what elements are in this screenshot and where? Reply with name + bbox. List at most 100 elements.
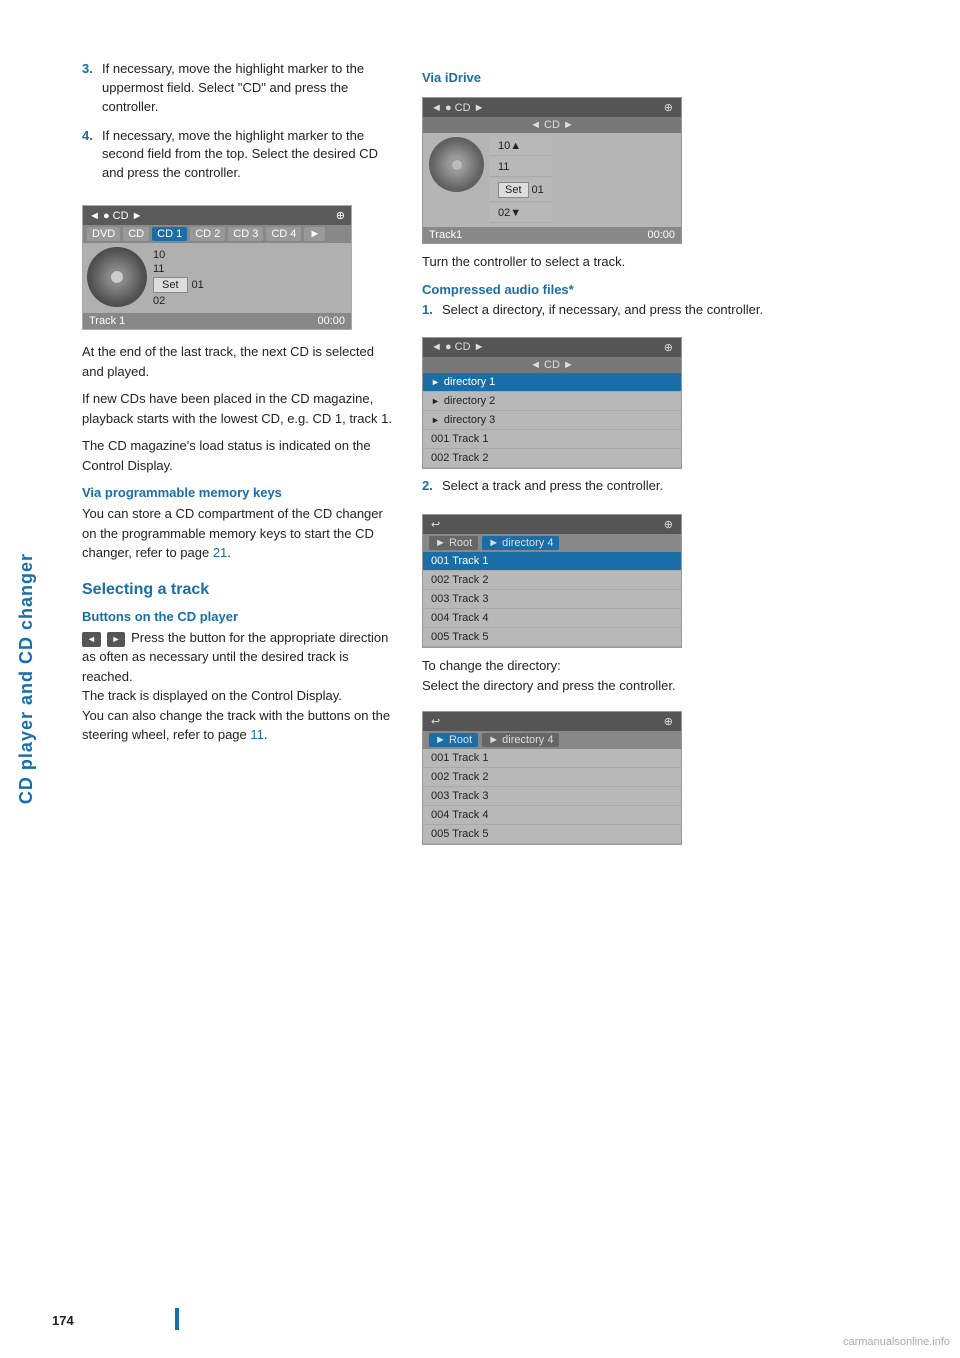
track-topbar-right: ⊕ [664, 518, 673, 531]
idrive-track-10: 10▲ [490, 137, 552, 156]
dir-cd-label: ◄ CD ► [530, 359, 574, 371]
track2-005-label: 005 Track 5 [431, 828, 488, 840]
track-breadcrumb-2: ► Root ► directory 4 [423, 731, 681, 749]
prev-button-icon: ◄ [82, 632, 101, 648]
track2-row-004: 004 Track 4 [423, 806, 681, 825]
step-4-text: If necessary, move the highlight marker … [102, 127, 392, 184]
track-004-label: 004 Track 4 [431, 612, 488, 624]
track-row-11: 11 [153, 263, 204, 275]
idrive-track-11: 11 [490, 158, 552, 177]
track-list-display-2: ↩ ⊕ ► Root ► directory 4 001 Track 1 002… [422, 711, 682, 845]
step-3: 3. If necessary, move the highlight mark… [82, 60, 392, 117]
cd-track-label: Track 1 [89, 315, 125, 327]
body-text-1: At the end of the last track, the next C… [82, 342, 392, 381]
via-prog-title: Via programmable memory keys [82, 485, 392, 500]
dir-arrow-1: ► [431, 377, 440, 387]
track2-topbar-right: ⊕ [664, 715, 673, 728]
breadcrumb-root: ► Root [429, 536, 478, 550]
idrive-footer-time: 00:00 [647, 229, 675, 241]
main-content: 3. If necessary, move the highlight mark… [52, 0, 960, 893]
idrive-ui-screenshot: ◄ ● CD ► ⊕ ◄ CD ► 10▲ 11 [422, 89, 682, 252]
track-breadcrumb-1: ► Root ► directory 4 [423, 534, 681, 552]
cd-time: 00:00 [317, 315, 345, 327]
dir-label-3: directory 3 [444, 414, 495, 426]
step-4-number: 4. [82, 127, 96, 184]
idrive-topbar: ◄ ● CD ► ⊕ [423, 98, 681, 117]
track2-back-icon: ↩ [431, 715, 440, 728]
step-3-number: 3. [82, 60, 96, 117]
cd-player-display-1: ◄ ● CD ► ⊕ DVD CD CD 1 CD 2 CD 3 CD 4 ► [82, 205, 352, 330]
idrive-track-set: Set 01 [490, 179, 552, 202]
idrive-secondbar: ◄ CD ► [423, 117, 681, 133]
dir-row-2: ► directory 2 [423, 392, 681, 411]
page-number: 174 [52, 1313, 74, 1328]
breadcrumb2-root: ► Root [429, 733, 478, 747]
sidebar: CD player and CD changer [0, 0, 52, 1358]
idrive-footer: Track1 00:00 [423, 227, 681, 243]
compressed-step-2-num: 2. [422, 477, 436, 496]
dir-label-2: directory 2 [444, 395, 495, 407]
idrive-footer-track: Track1 [429, 229, 462, 241]
cd-tracks-display: 10 11 Set 01 02 [153, 247, 204, 309]
track-row-003: 003 Track 3 [423, 590, 681, 609]
idrive-track-01: 01 [532, 184, 544, 196]
track-row-001: 001 Track 1 [423, 552, 681, 571]
track-back-icon: ↩ [431, 518, 440, 531]
idrive-set-box: Set [498, 182, 529, 198]
next-button-icon: ► [107, 632, 126, 648]
sidebar-label: CD player and CD changer [16, 553, 37, 804]
track-002-label: 002 Track 2 [431, 574, 488, 586]
directory-ui-screenshot: ◄ ● CD ► ⊕ ◄ CD ► ► directory 1 ► direct… [422, 329, 682, 477]
tab-cd: CD [123, 227, 149, 241]
dir-track-002: 002 Track 2 [431, 452, 488, 464]
track2-003-label: 003 Track 3 [431, 790, 488, 802]
breadcrumb2-dir4: ► directory 4 [482, 733, 559, 747]
right-column: Via iDrive ◄ ● CD ► ⊕ ◄ CD ► 10▲ [422, 60, 930, 853]
track2-row-001: 001 Track 1 [423, 749, 681, 768]
idrive-instruction: Turn the controller to select a track. [422, 252, 930, 272]
idrive-track-02: 02▼ [490, 204, 552, 223]
buttons-title: Buttons on the CD player [82, 609, 392, 624]
track-list-display-1: ↩ ⊕ ► Root ► directory 4 001 Track 1 002… [422, 514, 682, 648]
left-column: 3. If necessary, move the highlight mark… [82, 60, 392, 853]
track-topbar-1: ↩ ⊕ [423, 515, 681, 534]
track-row-02: 02 [153, 295, 204, 307]
track-list-ui-2-screenshot: ↩ ⊕ ► Root ► directory 4 001 Track 1 002… [422, 703, 682, 853]
track-001-label: 001 Track 1 [431, 555, 488, 567]
tab-more: ► [304, 227, 325, 241]
dir-row-track2: 002 Track 2 [423, 449, 681, 468]
dir-row-1: ► directory 1 [423, 373, 681, 392]
step-4: 4. If necessary, move the highlight mark… [82, 127, 392, 184]
page-link-11[interactable]: 11 [250, 727, 264, 742]
compressed-step-1-text: Select a directory, if necessary, and pr… [442, 301, 763, 320]
body-text-2: If new CDs have been placed in the CD ma… [82, 389, 392, 428]
track2-row-003: 003 Track 3 [423, 787, 681, 806]
idrive-track-nums: 10▲ 11 Set 01 02▼ [490, 137, 552, 223]
track2-row-002: 002 Track 2 [423, 768, 681, 787]
track-num-01: 01 [192, 279, 204, 291]
via-prog-text: You can store a CD compartment of the CD… [82, 504, 392, 563]
dir-arrow-3: ► [431, 415, 440, 425]
idrive-disc [429, 137, 484, 192]
idrive-display: ◄ ● CD ► ⊕ ◄ CD ► 10▲ 11 [422, 97, 682, 244]
track-10-label: 10▲ [498, 140, 521, 152]
track2-001-label: 001 Track 1 [431, 752, 488, 764]
cd-disc-graphic [87, 247, 147, 307]
tab-cd4: CD 4 [266, 227, 301, 241]
idrive-topbar-right: ⊕ [664, 101, 673, 114]
idrive-cd-label: ◄ CD ► [530, 119, 574, 131]
tab-cd1: CD 1 [152, 227, 187, 241]
dir-topbar: ◄ ● CD ► ⊕ [423, 338, 681, 357]
track-005-label: 005 Track 5 [431, 631, 488, 643]
cd-footer-1: Track 1 00:00 [83, 313, 351, 329]
compressed-step-1: 1. Select a directory, if necessary, and… [422, 301, 930, 320]
track-11-label: 11 [498, 161, 509, 173]
track2-004-label: 004 Track 4 [431, 809, 488, 821]
track-row-set: Set 01 [153, 277, 204, 293]
dir-label-1: directory 1 [444, 376, 495, 388]
track-row-10: 10 [153, 249, 204, 261]
page-link-21[interactable]: 21 [213, 545, 227, 560]
dir-secondbar: ◄ CD ► [423, 357, 681, 373]
dir-topbar-left: ◄ ● CD ► [431, 341, 484, 354]
cd-ui-screenshot-1: ◄ ● CD ► ⊕ DVD CD CD 1 CD 2 CD 3 CD 4 ► [82, 193, 352, 342]
